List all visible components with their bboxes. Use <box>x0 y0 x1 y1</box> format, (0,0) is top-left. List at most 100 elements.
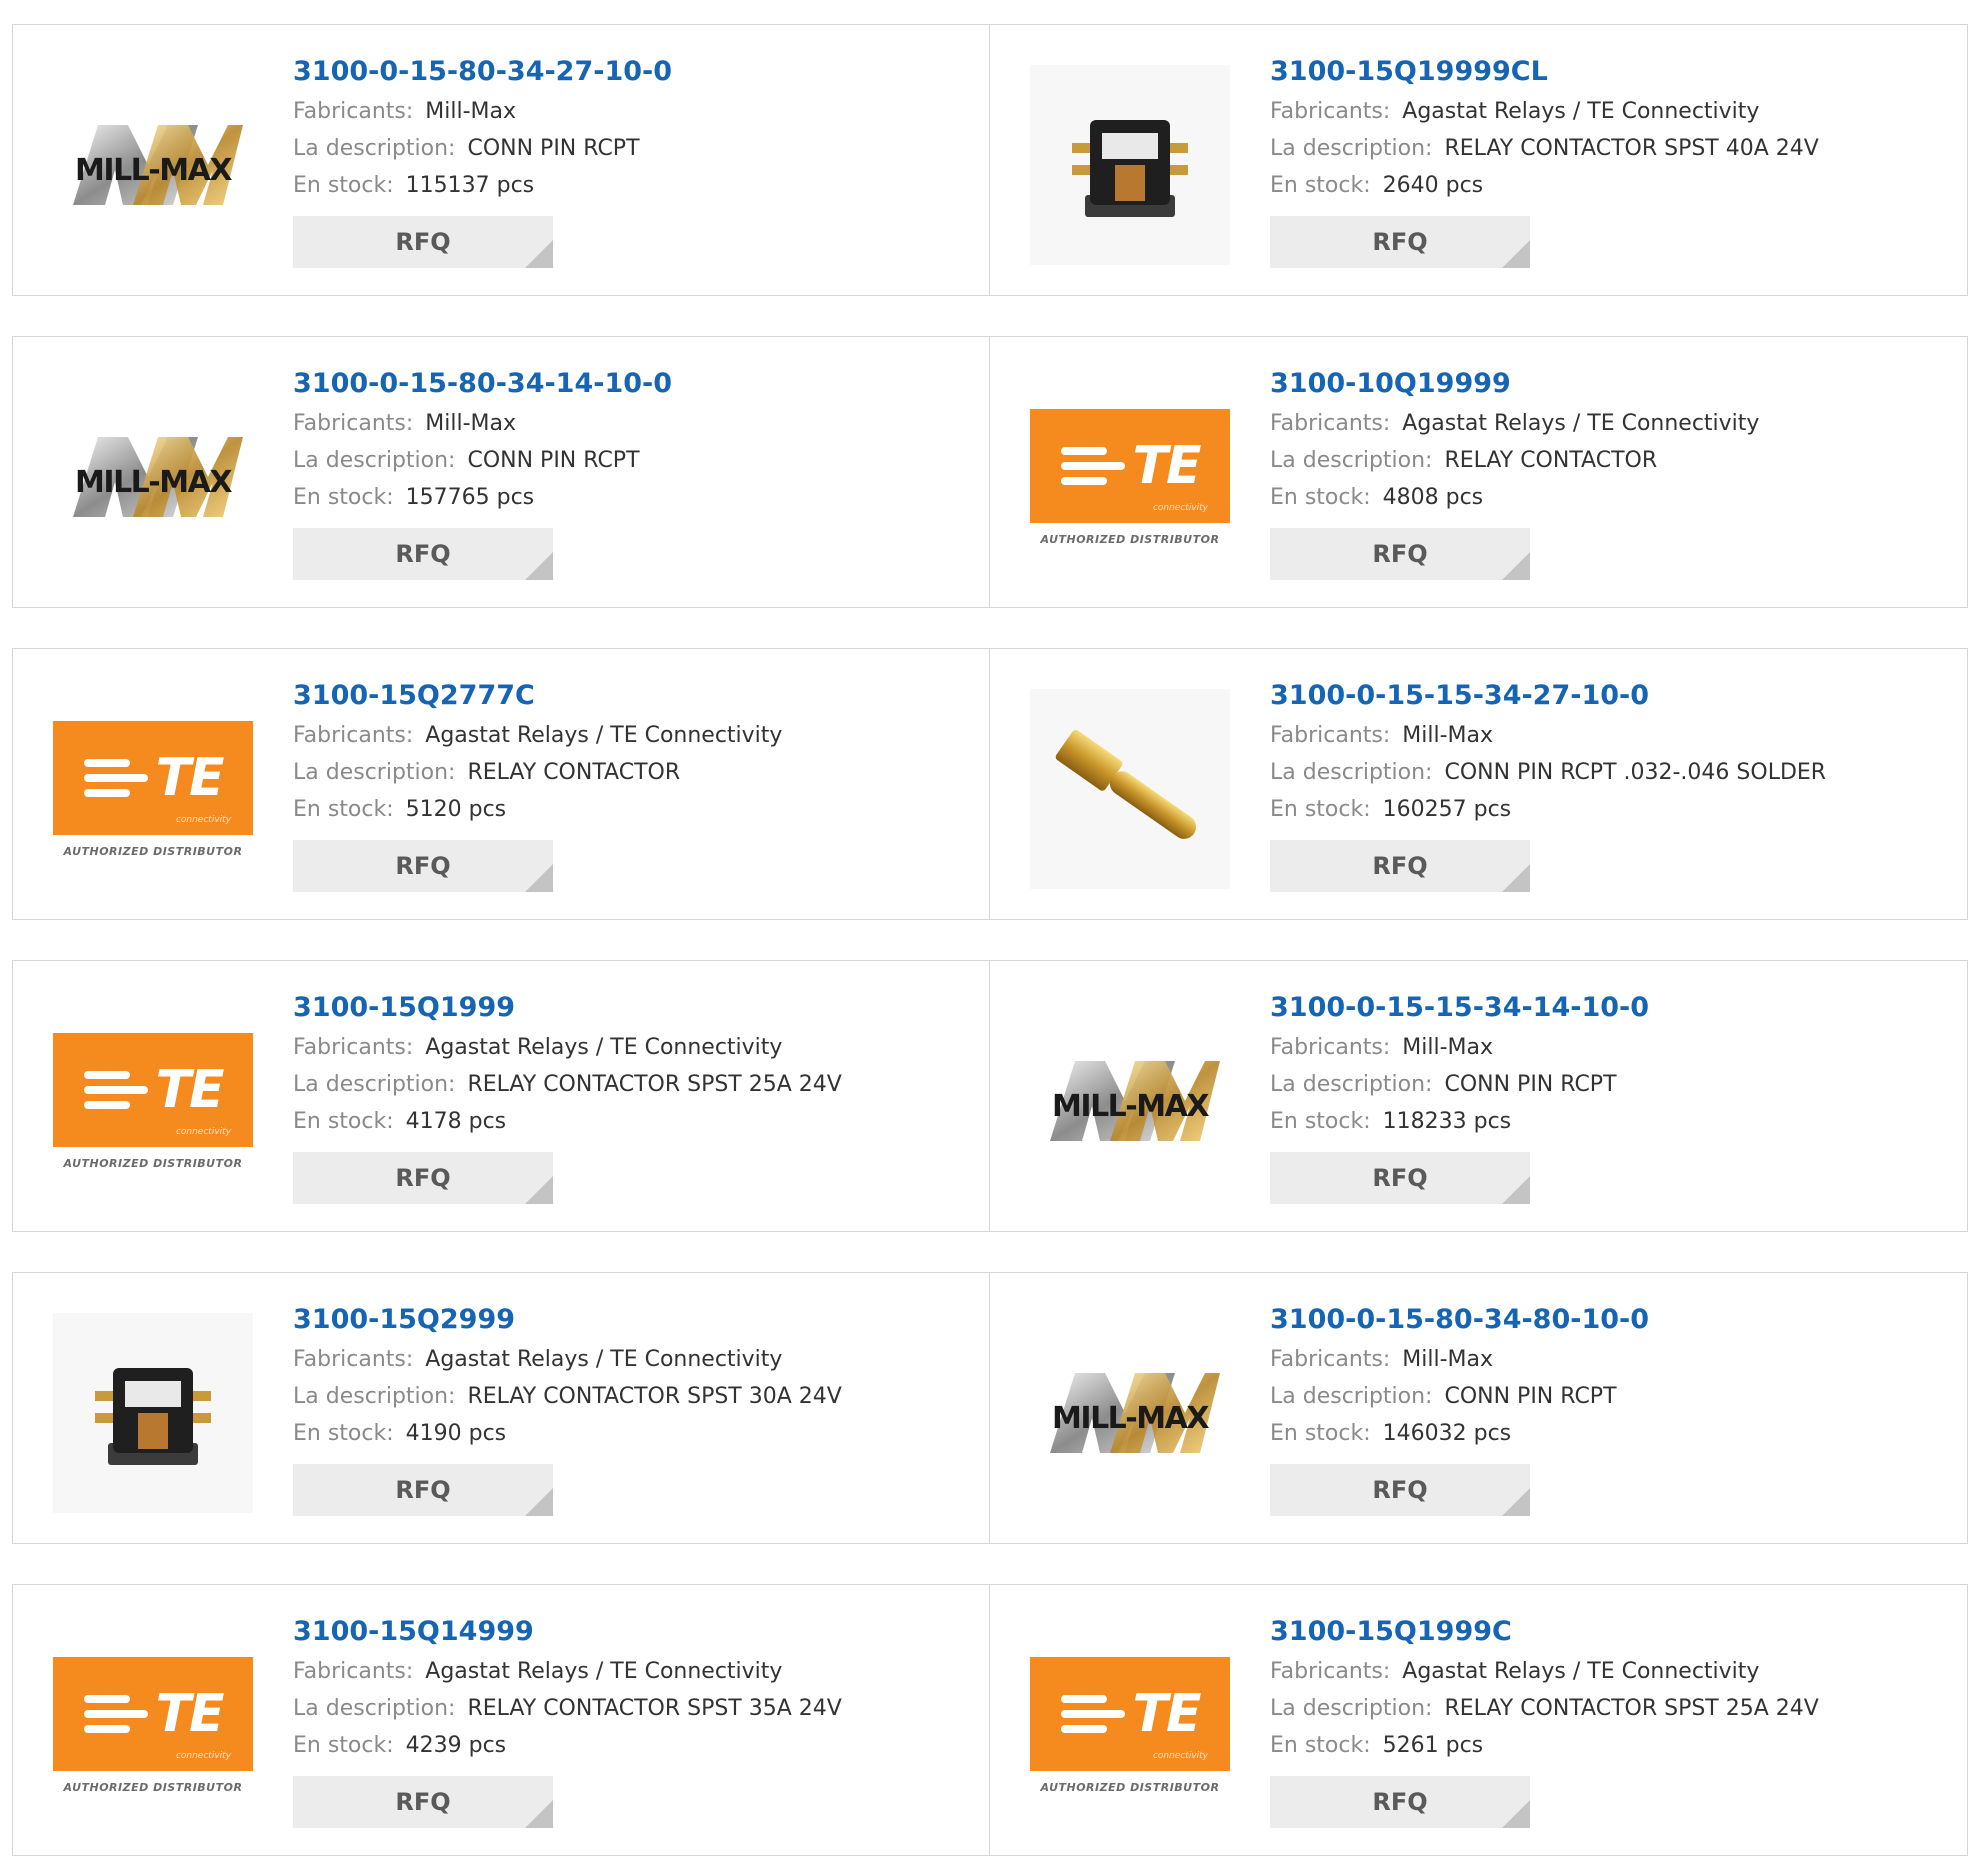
description-line: La description: RELAY CONTACTOR <box>293 754 970 791</box>
part-number-link[interactable]: 3100-0-15-80-34-27-10-0 <box>293 51 970 93</box>
manufacturer-value: Agastat Relays / TE Connectivity <box>1402 1659 1760 1684</box>
manufacturer-value: Agastat Relays / TE Connectivity <box>1402 411 1760 436</box>
part-number-link[interactable]: 3100-0-15-15-34-14-10-0 <box>1270 987 1947 1029</box>
rfq-button[interactable]: RFQ <box>293 216 553 268</box>
product-info: 3100-15Q2999 Fabricants: Agastat Relays / … <box>293 1299 970 1516</box>
part-number-link[interactable]: 3100-15Q1999 <box>293 987 970 1029</box>
part-number-link[interactable]: 3100-10Q19999 <box>1270 363 1947 405</box>
product-row: MILL-MAX 3100-0-15-80-34-27-10-0 Fabrican… <box>12 24 1968 296</box>
description-label: La description: <box>1270 1384 1433 1409</box>
rfq-corner-decoration <box>1502 1488 1530 1516</box>
part-number-link[interactable]: 3100-15Q19999CL <box>1270 51 1947 93</box>
rfq-button[interactable]: RFQ <box>293 1776 553 1828</box>
stock-line: En stock: 5261 pcs <box>1270 1727 1947 1764</box>
manufacturer-label: Fabricants: <box>1270 1035 1391 1060</box>
stock-value: 5261 pcs <box>1382 1733 1484 1758</box>
stock-value: 146032 pcs <box>1382 1421 1512 1446</box>
manufacturer-value: Agastat Relays / TE Connectivity <box>425 723 783 748</box>
rfq-button[interactable]: RFQ <box>1270 840 1530 892</box>
te-connectivity-logo: TE connectivity AUTHORIZED DISTRIBUTOR <box>1030 408 1230 546</box>
stock-line: En stock: 157765 pcs <box>293 479 970 516</box>
manufacturer-label: Fabricants: <box>293 1035 414 1060</box>
manufacturer-value: Mill-Max <box>1402 1035 1494 1060</box>
rfq-corner-decoration <box>525 240 553 268</box>
rfq-corner-decoration <box>1502 552 1530 580</box>
product-thumbnail[interactable]: MILL-MAX <box>53 65 253 265</box>
stock-line: En stock: 4239 pcs <box>293 1727 970 1764</box>
description-label: La description: <box>293 1696 456 1721</box>
manufacturer-line: Fabricants: Agastat Relays / TE Connectiv… <box>293 1341 970 1378</box>
description-line: La description: RELAY CONTACTOR SPST 25A … <box>1270 1690 1947 1727</box>
part-number-link[interactable]: 3100-15Q2999 <box>293 1299 970 1341</box>
rfq-button[interactable]: RFQ <box>293 1464 553 1516</box>
manufacturer-label: Fabricants: <box>293 411 414 436</box>
manufacturer-line: Fabricants: Mill-Max <box>1270 1029 1947 1066</box>
manufacturer-line: Fabricants: Agastat Relays / TE Connectiv… <box>1270 1653 1947 1690</box>
product-info: 3100-15Q2777C Fabricants: Agastat Relays /… <box>293 675 970 892</box>
description-label: La description: <box>1270 1072 1433 1097</box>
product-info: 3100-15Q1999 Fabricants: Agastat Relays / … <box>293 987 970 1204</box>
description-line: La description: RELAY CONTACTOR SPST 30A … <box>293 1378 970 1415</box>
rfq-button[interactable]: RFQ <box>1270 1464 1530 1516</box>
description-line: La description: CONN PIN RCPT <box>293 442 970 479</box>
part-number-link[interactable]: 3100-0-15-80-34-80-10-0 <box>1270 1299 1947 1341</box>
product-thumbnail[interactable] <box>1030 689 1230 889</box>
product-thumbnail[interactable]: TE connectivity AUTHORIZED DISTRIBUTOR <box>53 1625 253 1825</box>
millmax-logo-text: MILL-MAX <box>1052 1401 1209 1436</box>
part-number-link[interactable]: 3100-15Q2777C <box>293 675 970 717</box>
product-thumbnail[interactable]: MILL-MAX <box>1030 1001 1230 1201</box>
product-row: 3100-15Q2999 Fabricants: Agastat Relays / … <box>12 1272 1968 1544</box>
stock-line: En stock: 2640 pcs <box>1270 167 1947 204</box>
manufacturer-line: Fabricants: Agastat Relays / TE Connectiv… <box>1270 405 1947 442</box>
rfq-button[interactable]: RFQ <box>1270 528 1530 580</box>
rfq-label: RFQ <box>395 852 451 880</box>
description-label: La description: <box>293 1072 456 1097</box>
description-value: RELAY CONTACTOR <box>1444 448 1658 473</box>
product-thumbnail[interactable]: TE connectivity AUTHORIZED DISTRIBUTOR <box>53 1001 253 1201</box>
stock-line: En stock: 4178 pcs <box>293 1103 970 1140</box>
product-thumbnail[interactable] <box>53 1313 253 1513</box>
manufacturer-line: Fabricants: Agastat Relays / TE Connectiv… <box>293 1029 970 1066</box>
stock-label: En stock: <box>1270 1733 1371 1758</box>
part-number-link[interactable]: 3100-0-15-15-34-27-10-0 <box>1270 675 1947 717</box>
rfq-button[interactable]: RFQ <box>293 1152 553 1204</box>
rfq-corner-decoration <box>1502 1176 1530 1204</box>
product-row: TE connectivity AUTHORIZED DISTRIBUTOR 3… <box>12 960 1968 1232</box>
product-thumbnail[interactable]: MILL-MAX <box>53 377 253 577</box>
part-number-link[interactable]: 3100-0-15-80-34-14-10-0 <box>293 363 970 405</box>
rfq-button[interactable]: RFQ <box>293 840 553 892</box>
manufacturer-label: Fabricants: <box>293 99 414 124</box>
stock-label: En stock: <box>1270 173 1371 198</box>
product-thumbnail[interactable]: TE connectivity AUTHORIZED DISTRIBUTOR <box>1030 1625 1230 1825</box>
product-thumbnail[interactable] <box>1030 65 1230 265</box>
description-line: La description: CONN PIN RCPT .032-.046 S… <box>1270 754 1947 791</box>
rfq-label: RFQ <box>1372 228 1428 256</box>
product-thumbnail[interactable]: MILL-MAX <box>1030 1313 1230 1513</box>
manufacturer-label: Fabricants: <box>1270 723 1391 748</box>
product-card: MILL-MAX 3100-0-15-15-34-14-10-0 Fabrican… <box>990 961 1967 1231</box>
part-number-link[interactable]: 3100-15Q14999 <box>293 1611 970 1653</box>
part-number-link[interactable]: 3100-15Q1999C <box>1270 1611 1947 1653</box>
rfq-corner-decoration <box>525 1488 553 1516</box>
description-label: La description: <box>293 760 456 785</box>
product-row: MILL-MAX 3100-0-15-80-34-14-10-0 Fabrican… <box>12 336 1968 608</box>
product-info: 3100-15Q14999 Fabricants: Agastat Relays /… <box>293 1611 970 1828</box>
rfq-button[interactable]: RFQ <box>1270 1776 1530 1828</box>
product-card: 3100-15Q2999 Fabricants: Agastat Relays / … <box>13 1273 990 1543</box>
description-line: La description: RELAY CONTACTOR SPST 40A … <box>1270 130 1947 167</box>
rfq-button[interactable]: RFQ <box>1270 216 1530 268</box>
description-value: CONN PIN RCPT <box>1444 1072 1617 1097</box>
manufacturer-value: Mill-Max <box>1402 723 1494 748</box>
product-thumbnail[interactable]: TE connectivity AUTHORIZED DISTRIBUTOR <box>53 689 253 889</box>
description-label: La description: <box>293 448 456 473</box>
product-info: 3100-0-15-15-34-14-10-0 Fabricants: Mill-M… <box>1270 987 1947 1204</box>
millmax-logo-text: MILL-MAX <box>75 153 232 188</box>
rfq-corner-decoration <box>525 864 553 892</box>
rfq-button[interactable]: RFQ <box>293 528 553 580</box>
product-info: 3100-15Q19999CL Fabricants: Agastat Relays… <box>1270 51 1947 268</box>
stock-value: 157765 pcs <box>405 485 535 510</box>
product-thumbnail[interactable]: TE connectivity AUTHORIZED DISTRIBUTOR <box>1030 377 1230 577</box>
manufacturer-value: Agastat Relays / TE Connectivity <box>425 1347 783 1372</box>
rfq-button[interactable]: RFQ <box>1270 1152 1530 1204</box>
rfq-label: RFQ <box>395 228 451 256</box>
